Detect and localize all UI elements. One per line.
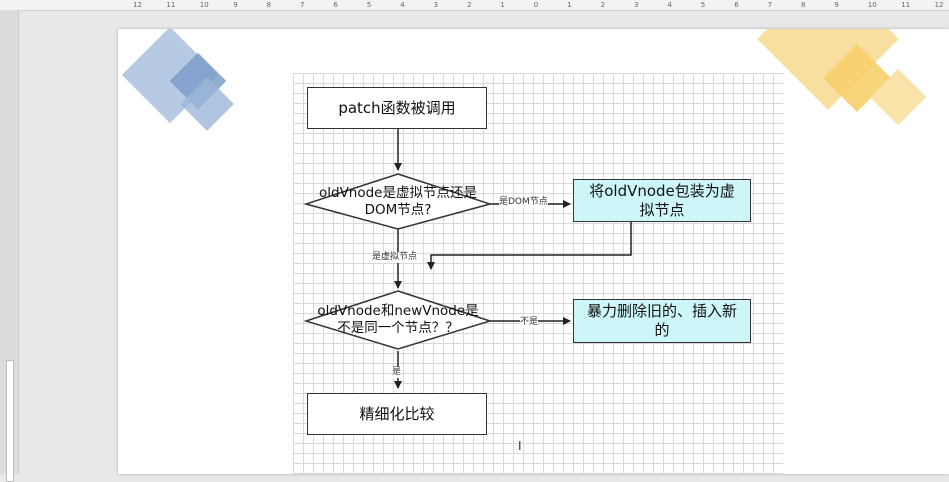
- left-panel-strip: [0, 10, 19, 482]
- ruler-tick: 8: [801, 1, 806, 9]
- wrap-line2: 拟节点: [639, 200, 685, 219]
- edge-label-is-dom: 是DOM节点: [499, 197, 548, 208]
- process-refined-compare-label: 精细化比较: [359, 404, 435, 423]
- scrollbar-thumb[interactable]: [6, 360, 14, 482]
- edge-label-yes: 是: [392, 367, 402, 378]
- edge-label-not: 不是: [520, 317, 539, 328]
- ruler-tick: 12: [133, 1, 142, 9]
- ruler-tick: 7: [767, 1, 773, 9]
- decision1-text[interactable]: oldVnode是虚拟节点还是 DOM节点?: [306, 179, 490, 225]
- process-patch-called[interactable]: patch函数被调用: [307, 87, 487, 129]
- ruler-tick: 3: [634, 1, 639, 9]
- ruler-tick: 1: [500, 1, 505, 9]
- slide-canvas[interactable]: patch函数被调用 oldVnode是虚拟节点还是 DOM节点? 将oldVn…: [118, 29, 949, 474]
- ruler-tick: 7: [300, 1, 305, 9]
- ruler-tick: 1: [567, 1, 572, 9]
- ruler-tick: 6: [734, 1, 739, 9]
- ruler-tick: 9: [834, 1, 839, 9]
- ruler-tick: 4: [667, 1, 672, 9]
- horizontal-ruler: 12 11 10 9 8 7 6 5 4 3 2 1 0 1 2 3 4 5 6 7 8 9 10 11 12: [0, 0, 949, 11]
- ruler-tick: 5: [366, 1, 372, 9]
- ruler-tick: 3: [433, 1, 439, 9]
- ruler-tick: 5: [700, 1, 706, 9]
- process-replace-node[interactable]: 暴力删除旧的、插入新 的: [573, 299, 751, 343]
- replace-line1: 暴力删除旧的、插入新: [586, 302, 737, 320]
- ruler-tick: 8: [266, 1, 272, 9]
- process-wrap-vnode[interactable]: 将oldVnode包装为虚 拟节点: [573, 179, 751, 222]
- decision1-line2: DOM节点?: [364, 202, 432, 218]
- decision2-text[interactable]: oldVnode和newVnode是 不是同一个节点？？: [306, 297, 490, 343]
- ruler-tick: 2: [467, 1, 472, 9]
- ruler-tick: 12: [934, 1, 944, 9]
- process-refined-compare[interactable]: 精细化比较: [307, 393, 487, 435]
- ruler-tick: 9: [233, 1, 238, 9]
- ruler-tick: 10: [867, 1, 877, 9]
- ruler-tick: 2: [600, 1, 606, 9]
- decision2-line2: 不是同一个节点？？: [337, 320, 459, 336]
- replace-line2: 的: [654, 321, 670, 339]
- flowchart-connectors: [303, 129, 632, 389]
- ruler-tick: 6: [333, 1, 338, 9]
- process-patch-called-label: patch函数被调用: [338, 98, 456, 117]
- ruler-tick: 11: [166, 1, 176, 9]
- ruler-tick: 10: [199, 1, 209, 9]
- mouse-cursor-icon: Ⅰ: [518, 439, 522, 453]
- decision2-line1: oldVnode和newVnode是: [317, 303, 479, 319]
- ruler-tick: 4: [400, 1, 405, 9]
- ruler-tick: 0: [533, 1, 539, 9]
- wrap-line1: 将oldVnode包装为虚: [589, 181, 735, 200]
- decision1-line1: oldVnode是虚拟节点还是: [318, 185, 477, 201]
- edge-label-is-virtual: 是虚拟节点: [372, 252, 418, 263]
- ruler-tick: 11: [901, 1, 911, 9]
- arrow-wrap-to-main: [427, 222, 632, 270]
